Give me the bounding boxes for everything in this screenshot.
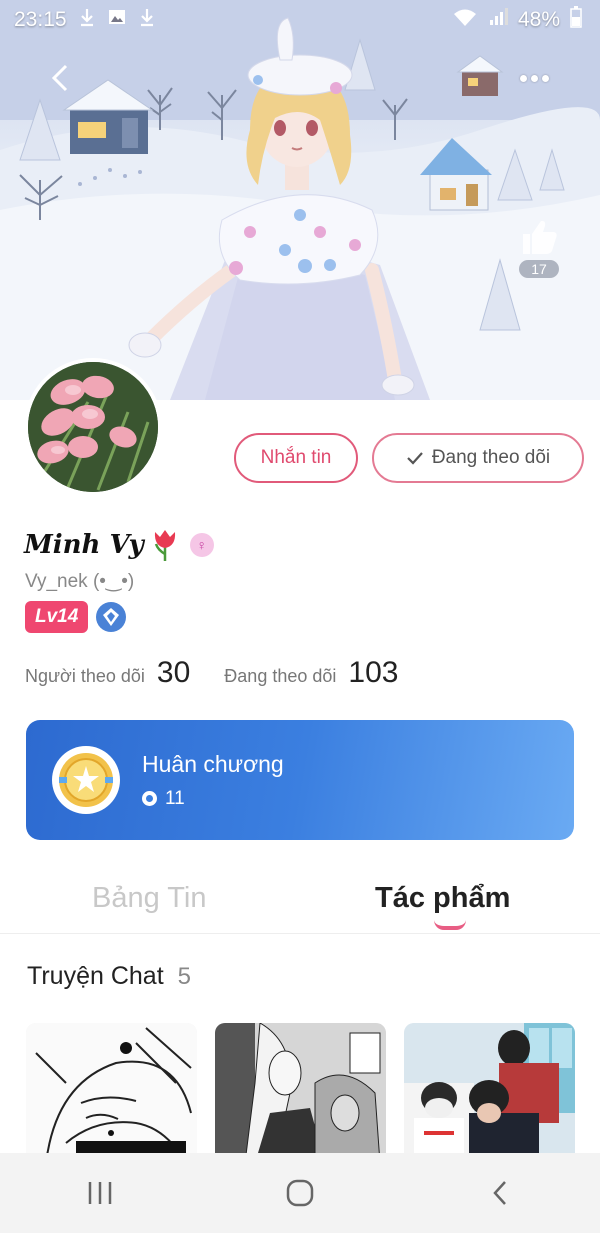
status-bar: 23:15 48%	[0, 0, 600, 40]
more-icon	[519, 74, 527, 82]
download-icon	[137, 7, 157, 33]
message-button-label: Nhắn tin	[260, 447, 332, 468]
home-button[interactable]	[260, 1163, 340, 1223]
following-button[interactable]: Đang theo dõi	[372, 433, 584, 483]
more-icon-dot	[541, 74, 549, 82]
active-tab-indicator	[434, 920, 466, 930]
following-button-label: Đang theo dõi	[431, 447, 551, 468]
profile-screen: 23:15 48% 17 Nhắn tin Đang theo dõi Minh…	[0, 0, 600, 1233]
followers-count[interactable]: 30	[157, 656, 190, 690]
profile-banner	[0, 0, 600, 400]
message-button[interactable]: Nhắn tin	[234, 433, 358, 483]
profile-actions: Nhắn tin Đang theo dõi	[234, 433, 584, 483]
following-count[interactable]: 103	[348, 656, 398, 690]
system-navigation-bar	[0, 1153, 600, 1233]
section-count: 5	[177, 963, 191, 990]
back-arrow-icon	[51, 64, 68, 92]
section-header: Truyện Chat 5	[27, 962, 191, 991]
battery-icon	[570, 6, 582, 34]
story-thumbnail[interactable]	[404, 1023, 575, 1163]
gender-icon: ♀	[189, 533, 214, 557]
download-icon	[77, 7, 97, 33]
tab-works[interactable]: Tác phẩm	[375, 882, 510, 915]
medal-title: Huân chương	[142, 750, 284, 777]
system-back-button[interactable]	[460, 1163, 540, 1223]
profile-name: Minh Vy	[24, 530, 144, 560]
thumbs-up-icon	[523, 220, 557, 254]
medal-icon	[52, 746, 120, 814]
more-options-button[interactable]	[512, 58, 556, 98]
profile-tabs: Bảng Tin Tác phẩm	[0, 870, 600, 934]
medal-count-row: 11	[142, 788, 284, 810]
story-thumbnail[interactable]	[26, 1023, 197, 1163]
back-icon	[493, 1181, 506, 1205]
signal-icon	[488, 7, 508, 33]
section-title: Truyện Chat	[27, 962, 164, 990]
home-icon	[286, 1179, 314, 1207]
gem-icon[interactable]	[96, 602, 127, 632]
more-icon-dot	[530, 74, 538, 82]
medal-count-icon	[142, 791, 157, 806]
level-badge[interactable]: Lv14	[25, 601, 89, 633]
profile-handle: Vy_nek (•‿•)	[25, 571, 135, 592]
avatar-image	[28, 362, 158, 492]
profile-name-row: Minh Vy ♀	[24, 528, 214, 562]
tab-news[interactable]: Bảng Tin	[92, 882, 206, 915]
tulip-icon	[154, 530, 175, 561]
medal-card[interactable]: Huân chương 11	[26, 720, 574, 840]
story-thumbnail[interactable]	[215, 1023, 386, 1163]
wifi-icon	[452, 7, 478, 33]
profile-badges: Lv14	[25, 601, 127, 633]
like-button[interactable]: 17	[514, 218, 564, 278]
story-list	[26, 1023, 575, 1163]
avatar[interactable]	[24, 358, 162, 496]
following-label[interactable]: Đang theo dõi	[224, 666, 336, 687]
like-count: 17	[519, 260, 559, 278]
battery-text: 48%	[517, 8, 560, 31]
winter-scene-illustration	[0, 0, 600, 400]
recent-apps-icon	[88, 1182, 112, 1204]
medal-count: 11	[165, 787, 185, 809]
followers-label[interactable]: Người theo dõi	[25, 666, 145, 687]
recent-apps-button[interactable]	[60, 1163, 140, 1223]
follow-stats: Người theo dõi 30 Đang theo dõi 103	[25, 656, 420, 690]
status-time: 23:15	[14, 8, 67, 31]
image-icon	[107, 7, 127, 33]
check-icon	[407, 452, 423, 465]
back-button[interactable]	[40, 58, 80, 98]
